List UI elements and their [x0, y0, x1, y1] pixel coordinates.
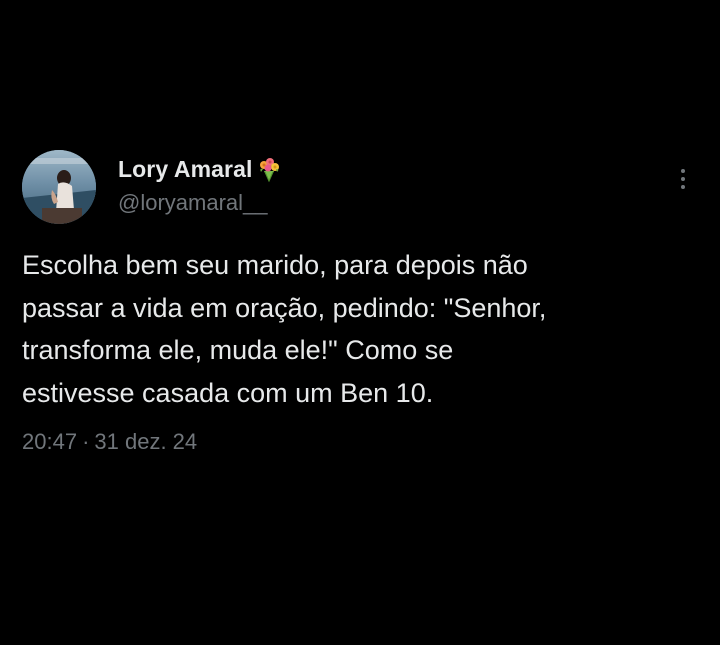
bouquet-icon [256, 157, 282, 183]
tweet-text-line: passar a vida em oração, pedindo: "Senho… [22, 292, 547, 323]
more-dot-icon [681, 185, 685, 189]
author-handle[interactable]: @loryamaral__ [118, 190, 268, 216]
tweet-text-line: Escolha bem seu marido, para depois não [22, 250, 528, 280]
tweet-text-line: transforma ele, muda ele!" Como se [22, 335, 454, 365]
author-display-name[interactable]: Lory Amaral [118, 156, 252, 183]
tweet-text-line: estivesse casada com um Ben 10. [22, 377, 434, 408]
avatar-photo [22, 150, 96, 224]
tweet-text: Escolha bem seu marido, para depois não … [22, 244, 702, 414]
more-options-button[interactable] [672, 164, 694, 194]
author-name-row[interactable]: Lory Amaral [118, 156, 282, 183]
meta-separator: · [82, 429, 90, 454]
more-dot-icon [681, 177, 685, 181]
tweet-time[interactable]: 20:47 [22, 429, 77, 455]
avatar[interactable] [22, 150, 96, 224]
more-dot-icon [681, 169, 685, 173]
tweet-card: Lory Amaral @loryamaral__ Escolha bem se… [0, 0, 720, 645]
tweet-timestamp[interactable]: 20:47 · 31 dez. 24 [22, 429, 197, 455]
tweet-date[interactable]: 31 dez. 24 [94, 429, 197, 455]
